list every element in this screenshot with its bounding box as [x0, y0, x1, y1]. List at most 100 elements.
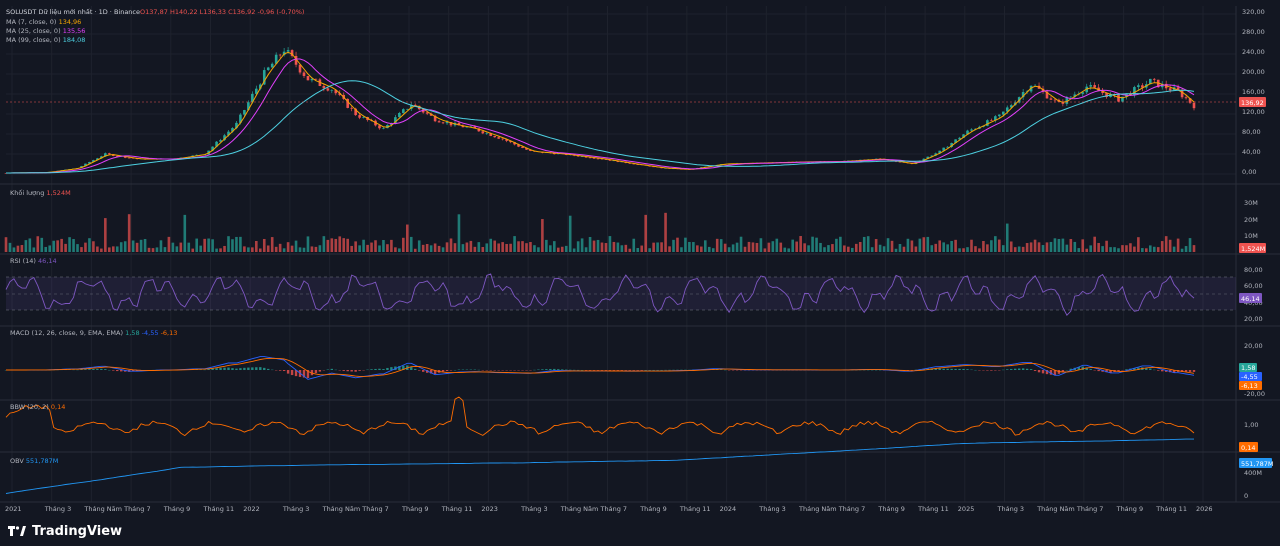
volume-bar	[505, 243, 508, 252]
price-tick: 280,00	[1242, 28, 1265, 36]
volume-bar	[247, 247, 250, 252]
volume-bar	[795, 241, 798, 252]
volume-bar	[52, 240, 55, 252]
volume-bar	[556, 247, 560, 252]
volume-bar	[358, 245, 361, 252]
volume-bar	[553, 241, 556, 252]
volume-bar	[731, 244, 735, 252]
volume-bar	[1145, 248, 1148, 252]
volume-bar	[76, 244, 79, 252]
volume-bar	[831, 244, 834, 252]
macd-histogram-bar	[255, 367, 258, 370]
volume-bar	[620, 245, 624, 252]
time-tick: 2021	[5, 505, 22, 513]
svg-text:SOLUSDT Dữ liệu mới nhất · 1D: SOLUSDT Dữ liệu mới nhất · 1D · Binance	[6, 8, 140, 16]
candle-body	[322, 85, 326, 89]
macd-histogram-bar	[354, 370, 357, 372]
volume-bar	[751, 242, 755, 252]
time-tick: Tháng Năm	[83, 505, 122, 513]
time-tick: Tháng Năm	[560, 505, 599, 513]
volume-bar	[1121, 245, 1124, 252]
chart-canvas[interactable]: SOLUSDT Dữ liệu mới nhất · 1D · Binance …	[0, 0, 1280, 546]
volume-bar	[843, 245, 846, 252]
macd-histogram-bar	[1010, 368, 1013, 370]
volume-bar	[954, 239, 957, 252]
volume-bar	[115, 246, 119, 252]
volume-bar	[342, 238, 346, 252]
volume-bar	[652, 242, 655, 252]
macd-histogram-bar	[1021, 368, 1025, 370]
volume-bar	[437, 245, 441, 252]
volume-bar	[88, 238, 91, 252]
macd-histogram-bar	[88, 369, 91, 370]
volume-bar	[223, 245, 226, 252]
macd-histogram-bar	[1033, 370, 1037, 371]
macd-histogram-bar	[278, 370, 282, 371]
time-tick: Tháng 11	[1155, 505, 1187, 513]
volume-bar	[668, 246, 671, 252]
volume-bar	[282, 248, 286, 252]
volume-bar	[191, 248, 195, 252]
price-tick: 240,00	[1242, 48, 1265, 56]
macd-histogram-bar	[421, 370, 425, 372]
volume-bar	[1029, 242, 1033, 252]
volume-label: Khối lượng	[10, 189, 44, 197]
volume-bar	[775, 238, 779, 252]
volume-bar	[398, 248, 401, 252]
svg-text:OBV 551,787M: OBV 551,787M	[10, 457, 58, 465]
time-tick: 2022	[243, 505, 260, 513]
volume-bar	[195, 238, 199, 252]
volume-bar	[612, 241, 616, 252]
macd-histogram-bar	[235, 368, 238, 370]
volume-bar	[1164, 236, 1168, 252]
bbw-tick: 1,00	[1244, 421, 1258, 429]
volume-bar	[700, 246, 703, 252]
volume-bar	[584, 247, 588, 252]
volume-bar	[139, 239, 143, 252]
volume-bar	[994, 236, 997, 252]
candle-body	[358, 115, 361, 118]
candle-body	[330, 90, 334, 91]
svg-text:MA (25, close, 0) 135,56: MA (25, close, 0) 135,56	[6, 27, 85, 35]
brand-name: TradingView	[32, 523, 123, 539]
volume-bar	[310, 246, 314, 252]
macd-tick: 20,00	[1244, 342, 1263, 350]
candle-body	[1152, 78, 1156, 80]
volume-bar	[96, 246, 99, 252]
volume-bar	[318, 245, 322, 252]
volume-bar	[1184, 246, 1188, 252]
candle-body	[1001, 111, 1005, 115]
volume-bar	[44, 246, 48, 252]
volume-bar	[580, 238, 584, 252]
volume-bar	[517, 241, 520, 252]
volume-bar	[1073, 241, 1077, 252]
macd-histogram-bar	[1149, 368, 1152, 370]
volume-bar	[302, 247, 306, 252]
volume-bar	[231, 239, 234, 252]
macd-histogram-bar	[96, 368, 99, 370]
volume-bar	[1156, 247, 1160, 252]
volume-bar	[48, 245, 52, 252]
volume-bar	[847, 246, 850, 252]
volume-bar	[914, 246, 918, 252]
macd-histogram-bar	[263, 367, 266, 370]
macd-histogram-bar	[418, 370, 421, 371]
volume-bar	[477, 242, 481, 252]
volume-bar	[1152, 246, 1156, 252]
macd-histogram-bar	[1041, 370, 1045, 374]
tradingview-logo[interactable]: TradingView	[8, 521, 122, 541]
volume-bar	[1172, 246, 1176, 252]
volume-bar	[28, 238, 32, 252]
volume-bar	[628, 248, 632, 252]
ohlc-high: H140,22	[170, 8, 198, 16]
volume-bar	[207, 238, 210, 252]
obv-value: 551,787M	[26, 457, 59, 465]
volume-bar	[819, 242, 822, 252]
macd-histogram-bar	[1157, 370, 1160, 371]
volume-bar	[811, 236, 814, 252]
candle-body	[1184, 97, 1188, 99]
volume-bar	[497, 243, 500, 252]
time-tick: Tháng 11	[917, 505, 949, 513]
candle-body	[266, 67, 270, 71]
volume-tick: 20M	[1244, 216, 1258, 224]
